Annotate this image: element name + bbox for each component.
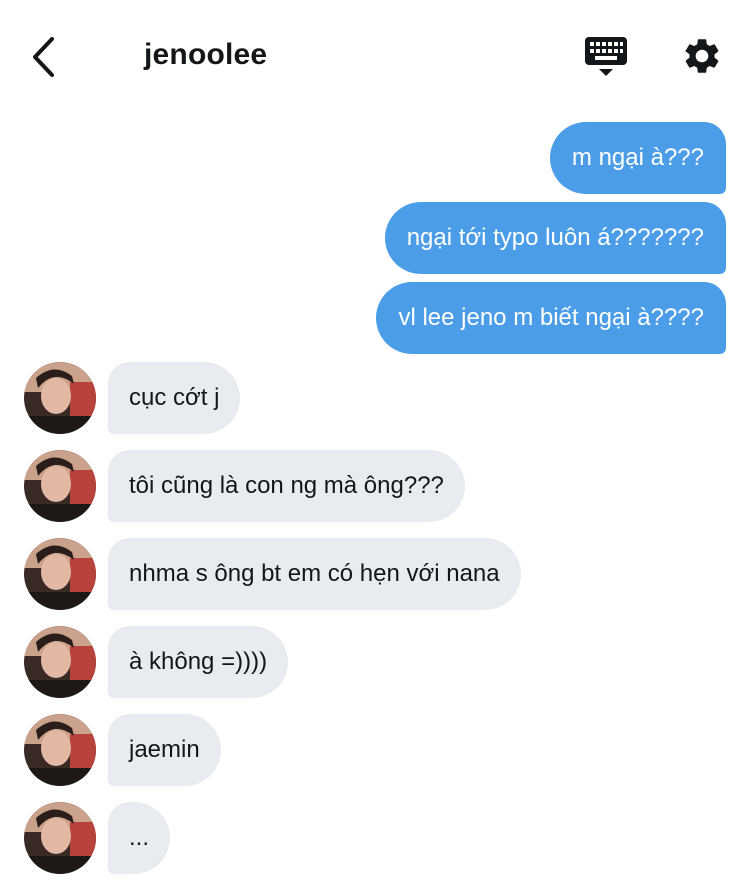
- avatar[interactable]: [24, 626, 96, 698]
- keyboard-button[interactable]: [584, 36, 628, 78]
- message-text: ...: [129, 824, 150, 851]
- message-text: m ngại à???: [571, 144, 704, 171]
- outgoing-message[interactable]: ngại tới typo luôn á???????: [384, 202, 726, 274]
- incoming-message[interactable]: cục cớt j: [108, 362, 241, 434]
- message-text: cục cớt j: [129, 384, 220, 411]
- conversation-title: jenoolee: [144, 38, 268, 71]
- message-text: tôi cũng là con ng mà ông???: [129, 472, 444, 499]
- avatar[interactable]: [24, 714, 96, 786]
- message-text: nhma s ông bt em có hẹn với nana: [129, 560, 500, 587]
- keyboard-icon: [585, 37, 627, 76]
- settings-button[interactable]: [681, 35, 723, 77]
- message-text: ngại tới typo luôn á???????: [406, 224, 704, 251]
- incoming-message[interactable]: à không =)))): [108, 626, 289, 698]
- message-text: vl lee jeno m biết ngại à????: [398, 304, 704, 331]
- message-list[interactable]: m ngại à??? ngại tới typo luôn á??????? …: [0, 112, 750, 881]
- avatar-photo: [24, 802, 96, 874]
- chevron-left-icon: [33, 37, 54, 77]
- avatar[interactable]: [24, 450, 96, 522]
- outgoing-message[interactable]: vl lee jeno m biết ngại à????: [376, 282, 726, 354]
- avatar-photo: [24, 714, 96, 786]
- avatar[interactable]: [24, 802, 96, 874]
- chat-header: jenoolee: [0, 0, 750, 112]
- incoming-message[interactable]: jaemin: [108, 714, 221, 786]
- incoming-message[interactable]: tôi cũng là con ng mà ông???: [108, 450, 465, 522]
- incoming-message[interactable]: nhma s ông bt em có hẹn với nana: [108, 538, 521, 610]
- avatar-photo: [24, 450, 96, 522]
- avatar-photo: [24, 626, 96, 698]
- avatar-photo: [24, 538, 96, 610]
- avatar[interactable]: [24, 362, 96, 434]
- outgoing-message[interactable]: m ngại à???: [549, 122, 726, 194]
- back-button[interactable]: [28, 36, 62, 78]
- gear-icon: [685, 39, 719, 73]
- incoming-message[interactable]: ...: [108, 802, 171, 874]
- avatar[interactable]: [24, 538, 96, 610]
- avatar-photo: [24, 362, 96, 434]
- message-text: à không =)))): [129, 648, 268, 675]
- message-text: jaemin: [129, 736, 200, 763]
